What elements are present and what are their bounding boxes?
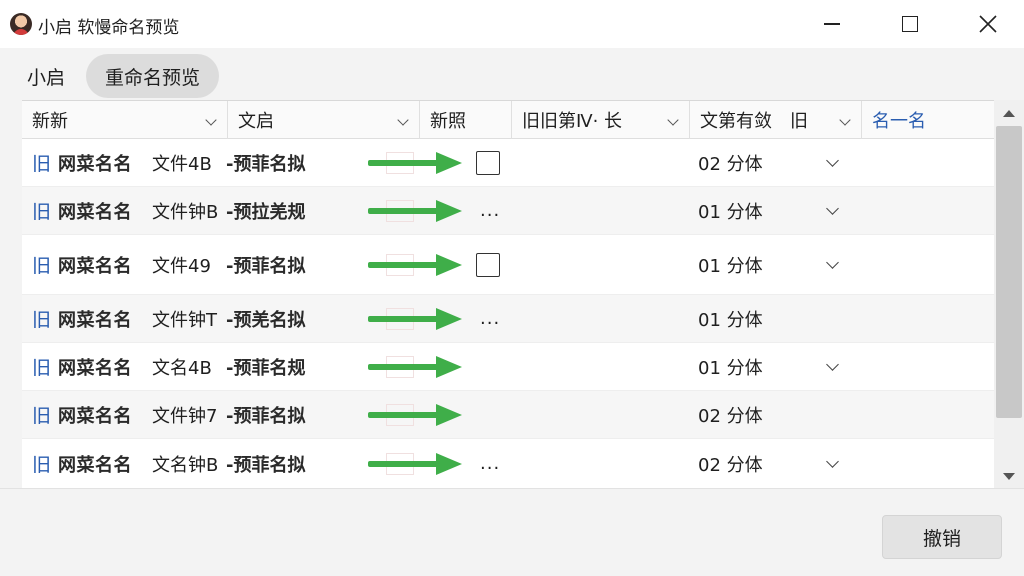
tab-bar: 小启 重命名预览 [0, 48, 1024, 100]
table-row[interactable]: 旧 网菜名名 文名4B -预菲名规 01 分体 [22, 343, 994, 391]
close-icon [979, 15, 997, 33]
count: 01 分体 [698, 255, 763, 277]
column-header-label: 文第有敛 旧 [700, 111, 808, 132]
right-arrow-icon [368, 391, 464, 438]
column-header-label: 新新 [32, 111, 68, 132]
chevron-down-icon [667, 114, 679, 126]
old-tag: 旧 [32, 201, 52, 223]
row-checkbox[interactable] [476, 235, 500, 294]
count: 01 分体 [698, 357, 763, 379]
old-name: 网菜名名 [58, 454, 132, 476]
chevron-down-icon [205, 114, 217, 126]
count: 01 分体 [698, 201, 763, 223]
new-name: -预菲名拟 [226, 405, 306, 427]
new-name: -预菲名拟 [226, 153, 306, 175]
scroll-down-icon[interactable] [1003, 473, 1015, 480]
window-title: 小启 软慢命名预览 [38, 18, 180, 38]
old-tag: 旧 [32, 454, 52, 476]
old-tag: 旧 [32, 153, 52, 175]
file-name: 文件4B [152, 153, 212, 175]
count: 02 分体 [698, 153, 763, 175]
right-arrow-icon [368, 235, 464, 294]
column-header-2[interactable]: 文启 [228, 101, 420, 139]
file-name: 文名4B [152, 357, 212, 379]
table-row[interactable]: 旧 网菜名名 文件钟B -预拉羌规 ... 01 分体 [22, 187, 994, 235]
new-name: -预菲名拟 [226, 255, 306, 277]
old-tag: 旧 [32, 309, 52, 331]
right-arrow-icon [368, 139, 464, 186]
new-name: -预菲名拟 [226, 454, 306, 476]
title-bar: 小启 软慢命名预览 [0, 0, 1024, 48]
count: 02 分体 [698, 405, 763, 427]
count: 01 分体 [698, 309, 763, 331]
scroll-thumb[interactable] [996, 126, 1022, 418]
file-name: 文件钟T [152, 309, 217, 331]
app-avatar-icon [10, 13, 32, 35]
vertical-scrollbar[interactable] [994, 100, 1024, 488]
right-arrow-icon [368, 343, 464, 390]
row-checkbox[interactable] [476, 139, 500, 186]
right-arrow-icon [368, 295, 464, 342]
table-row[interactable]: 旧 网菜名名 文件钟T -预羌名拟 ... 01 分体 [22, 295, 994, 343]
chevron-down-icon[interactable] [826, 439, 844, 488]
chevron-down-icon[interactable] [826, 187, 844, 234]
column-header-label: 旧旧第Ⅳ· 长 [522, 111, 623, 132]
cancel-button[interactable]: 撤销 [882, 515, 1002, 559]
rename-preview-table: 新新 文启 新照 旧旧第Ⅳ· 长 文第有敛 旧 名一名 旧 网菜名名 文件4B … [22, 100, 994, 488]
table-row[interactable]: 旧 网菜名名 文件钟7 -预菲名拟 02 分体 [22, 391, 994, 439]
footer: 撤销 [0, 488, 1024, 576]
old-name: 网菜名名 [58, 309, 132, 331]
table-header: 新新 文启 新照 旧旧第Ⅳ· 长 文第有敛 旧 名一名 [22, 101, 994, 139]
column-header-1[interactable]: 新新 [22, 101, 228, 139]
old-name: 网菜名名 [58, 201, 132, 223]
minimize-icon [824, 23, 840, 25]
new-name: -预羌名拟 [226, 309, 306, 331]
minimize-button[interactable] [794, 0, 870, 48]
old-tag: 旧 [32, 405, 52, 427]
file-name: 文件钟B [152, 201, 219, 223]
old-name: 网菜名名 [58, 357, 132, 379]
new-name: -预拉羌规 [226, 201, 306, 223]
column-header-label: 名一名 [872, 111, 926, 132]
column-header-4[interactable]: 旧旧第Ⅳ· 长 [512, 101, 690, 139]
more-indicator[interactable]: ... [480, 295, 500, 342]
scroll-up-icon[interactable] [1003, 110, 1015, 117]
tab-home[interactable]: 小启 [27, 54, 65, 98]
column-header-5[interactable]: 文第有敛 旧 [690, 101, 862, 139]
count: 02 分体 [698, 454, 763, 476]
column-header-label: 新照 [430, 111, 466, 132]
column-header-link[interactable]: 名一名 [862, 101, 994, 139]
close-button[interactable] [950, 0, 1024, 48]
column-header-3[interactable]: 新照 [420, 101, 512, 139]
file-name: 文件钟7 [152, 405, 218, 427]
old-name: 网菜名名 [58, 405, 132, 427]
old-tag: 旧 [32, 357, 52, 379]
maximize-icon [902, 16, 918, 32]
table-row[interactable]: 旧 网菜名名 文件4B -预菲名拟 02 分体 [22, 139, 994, 187]
chevron-down-icon[interactable] [826, 235, 844, 294]
maximize-button[interactable] [872, 0, 948, 48]
chevron-down-icon[interactable] [826, 343, 844, 390]
table-row[interactable]: 旧 网菜名名 文名钟B -预菲名拟 ... 02 分体 [22, 439, 994, 488]
old-name: 网菜名名 [58, 255, 132, 277]
file-name: 文件49 [152, 255, 211, 277]
new-name: -预菲名规 [226, 357, 306, 379]
right-arrow-icon [368, 439, 464, 488]
more-indicator[interactable]: ... [480, 439, 500, 488]
old-name: 网菜名名 [58, 153, 132, 175]
old-tag: 旧 [32, 255, 52, 277]
chevron-down-icon[interactable] [826, 139, 844, 186]
file-name: 文名钟B [152, 454, 219, 476]
tab-rename-preview[interactable]: 重命名预览 [86, 54, 220, 98]
chevron-down-icon [839, 114, 851, 126]
column-header-label: 文启 [238, 111, 274, 132]
right-arrow-icon [368, 187, 464, 234]
table-row[interactable]: 旧 网菜名名 文件49 -预菲名拟 01 分体 [22, 235, 994, 295]
more-indicator[interactable]: ... [480, 187, 500, 234]
chevron-down-icon [397, 114, 409, 126]
